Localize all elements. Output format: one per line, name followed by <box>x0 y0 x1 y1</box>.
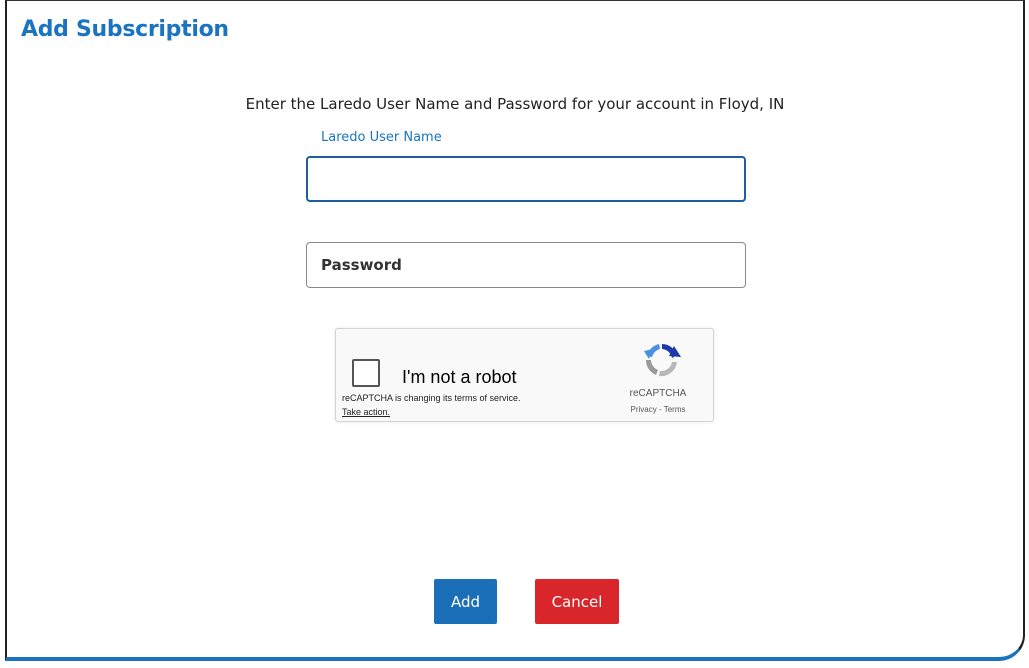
username-input[interactable] <box>306 156 746 202</box>
recaptcha-logo-icon <box>644 344 681 377</box>
username-label: Laredo User Name <box>321 130 442 145</box>
recaptcha-brand: reCAPTCHA <box>629 388 687 399</box>
password-input[interactable] <box>306 242 746 288</box>
recaptcha-privacy-terms-links[interactable]: Privacy - Terms <box>618 405 698 414</box>
recaptcha-label: I'm not a robot <box>402 367 517 387</box>
cancel-button[interactable]: Cancel <box>535 579 619 624</box>
recaptcha-notice: reCAPTCHA is changing its terms of servi… <box>342 393 521 403</box>
dialog-title: Add Subscription <box>21 17 229 42</box>
recaptcha-checkbox[interactable] <box>352 359 380 387</box>
add-subscription-dialog: Add Subscription Enter the Laredo User N… <box>5 0 1025 661</box>
add-button[interactable]: Add <box>434 579 497 624</box>
instructions-text: Enter the Laredo User Name and Password … <box>245 95 785 113</box>
recaptcha-widget: I'm not a robot reCAPTCHA is changing it… <box>335 328 714 422</box>
recaptcha-take-action-link[interactable]: Take action. <box>342 407 390 417</box>
